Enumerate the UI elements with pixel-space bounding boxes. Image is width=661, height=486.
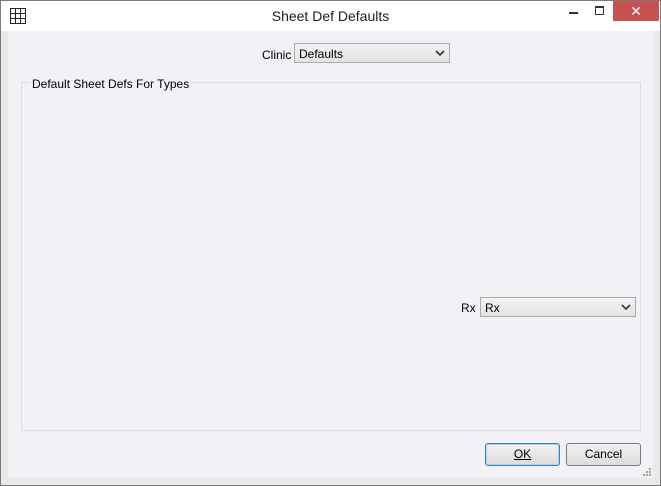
resize-grip-icon[interactable] [641, 466, 651, 476]
ok-button-label: OK [513, 447, 532, 461]
ok-button[interactable]: OK [485, 443, 560, 466]
cancel-button-label: Cancel [584, 447, 623, 461]
group-legend: Default Sheet Defs For Types [30, 77, 192, 91]
dialog-client-area: Clinic Defaults Default Sheet Defs For T… [8, 31, 653, 478]
minimize-button[interactable] [559, 1, 587, 22]
title-bar[interactable]: Sheet Def Defaults ✕ [1, 1, 660, 31]
default-sheet-defs-group: Default Sheet Defs For Types Rx Rx [21, 77, 641, 431]
maximize-button[interactable] [587, 1, 613, 22]
chevron-down-icon [435, 50, 445, 57]
minimize-icon [569, 12, 578, 14]
rx-dropdown[interactable]: Rx [480, 297, 636, 317]
close-icon: ✕ [630, 3, 642, 19]
close-button[interactable]: ✕ [613, 1, 659, 21]
rx-label: Rx [461, 301, 476, 315]
sheet-def-defaults-window: Sheet Def Defaults ✕ Clinic Defaults Def… [0, 0, 661, 486]
maximize-icon [595, 6, 604, 15]
clinic-dropdown-value: Defaults [299, 47, 344, 61]
rx-dropdown-value: Rx [485, 301, 500, 315]
clinic-dropdown[interactable]: Defaults [294, 43, 450, 63]
chevron-down-icon [621, 304, 631, 311]
clinic-label: Clinic [262, 48, 292, 62]
cancel-button[interactable]: Cancel [566, 443, 641, 466]
